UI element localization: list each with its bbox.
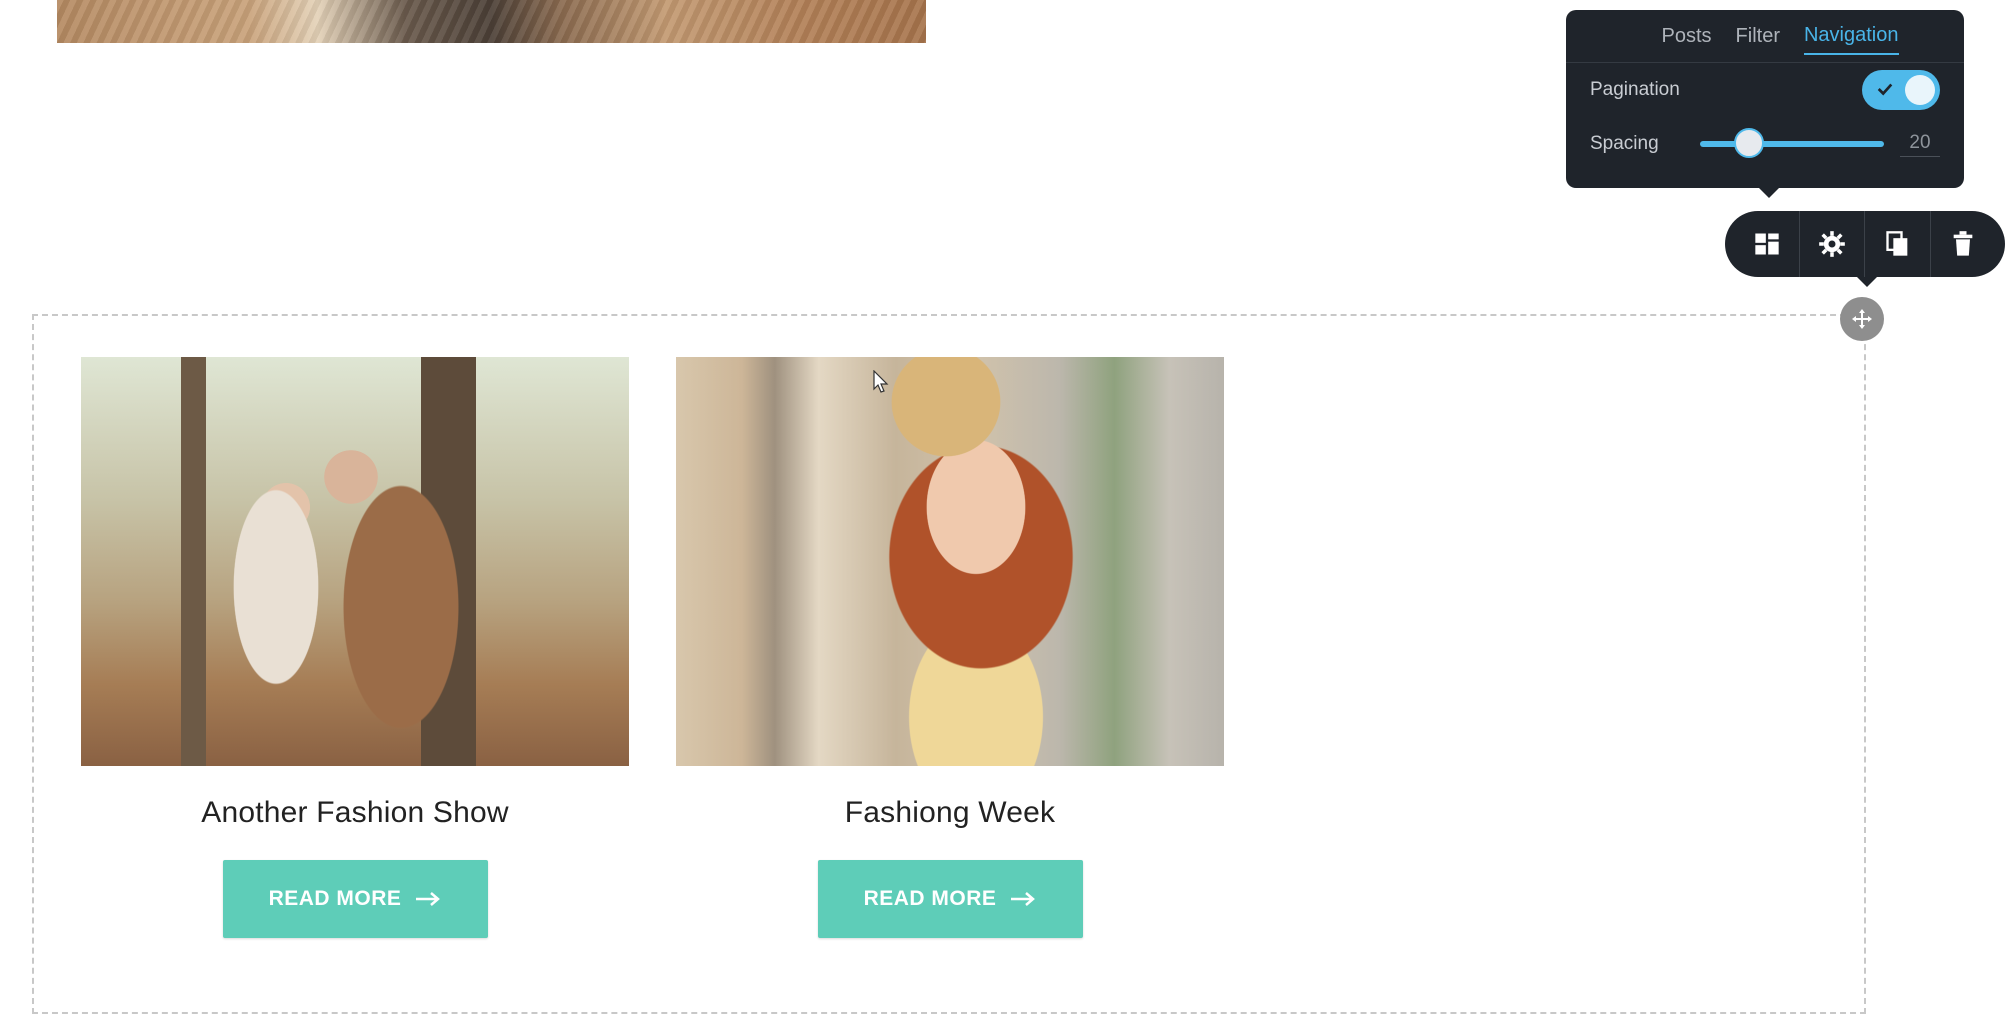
spacing-label: Spacing: [1590, 133, 1659, 154]
duplicate-button[interactable]: [1866, 211, 1931, 277]
gear-icon: [1819, 231, 1846, 257]
read-more-button[interactable]: READ MORE: [222, 860, 488, 938]
post-title[interactable]: Fashiong Week: [676, 796, 1224, 830]
check-icon: [1877, 83, 1893, 96]
post-title[interactable]: Another Fashion Show: [81, 796, 629, 830]
top-post-image: [57, 0, 926, 43]
spacing-slider[interactable]: [1700, 128, 1884, 158]
layout-icon: [1755, 233, 1779, 255]
pagination-toggle[interactable]: [1862, 70, 1940, 110]
post-image[interactable]: [676, 357, 1224, 766]
read-more-label: READ MORE: [863, 887, 997, 910]
arrow-right-icon: [1011, 892, 1036, 906]
spacing-slider-thumb[interactable]: [1734, 128, 1764, 158]
move-icon: [1852, 309, 1872, 329]
read-more-label: READ MORE: [268, 887, 402, 910]
panel-tabs: Posts Filter Navigation: [1566, 10, 1964, 63]
spacing-row: Spacing 20: [1566, 117, 1964, 171]
element-toolbar: [1725, 211, 2005, 287]
settings-panel: Posts Filter Navigation Pagination Spaci…: [1566, 10, 1964, 198]
post-card: Fashiong Week READ MORE: [676, 357, 1224, 938]
mouse-cursor-icon: [873, 370, 889, 393]
toggle-knob: [1905, 75, 1935, 105]
trash-icon: [1953, 231, 1973, 256]
tab-navigation[interactable]: Navigation: [1803, 18, 1899, 55]
post-image[interactable]: [81, 357, 629, 766]
pagination-label: Pagination: [1590, 79, 1680, 100]
spacing-value[interactable]: 20: [1900, 132, 1940, 157]
settings-button[interactable]: [1800, 211, 1866, 277]
move-handle[interactable]: [1840, 297, 1884, 341]
tab-filter[interactable]: Filter: [1736, 19, 1780, 54]
pagination-row: Pagination: [1566, 63, 1964, 117]
tab-posts[interactable]: Posts: [1662, 19, 1712, 54]
delete-button[interactable]: [1931, 211, 1995, 277]
duplicate-icon: [1885, 231, 1907, 256]
read-more-button[interactable]: READ MORE: [817, 860, 1083, 938]
post-card: Another Fashion Show READ MORE: [81, 357, 629, 938]
layout-button[interactable]: [1735, 211, 1801, 277]
arrow-right-icon: [416, 892, 441, 906]
